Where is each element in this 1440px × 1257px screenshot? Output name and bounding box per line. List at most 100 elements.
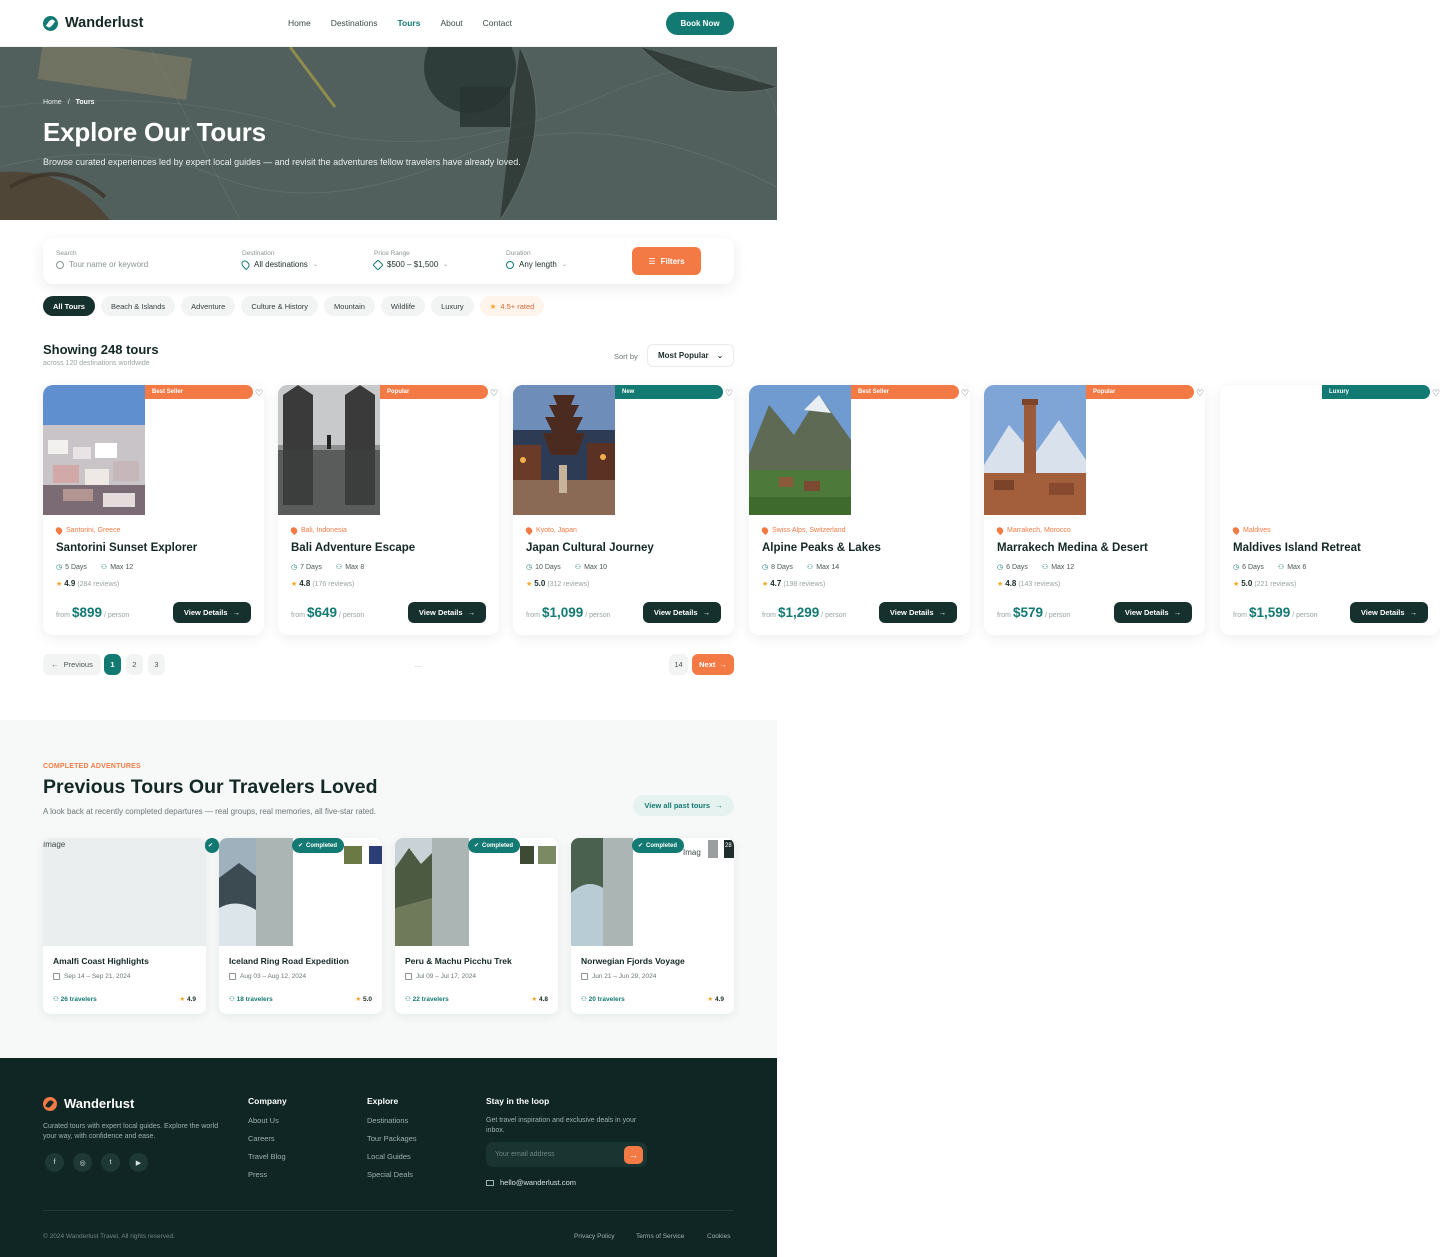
page-button-14[interactable]: 14 xyxy=(669,654,688,675)
price-from: from xyxy=(762,612,776,619)
chip-adventure[interactable]: Adventure xyxy=(181,296,236,316)
footer-link-blog[interactable]: Travel Blog xyxy=(248,1152,287,1161)
contact-email[interactable]: hello@wanderlust.com xyxy=(486,1178,576,1187)
twitter-icon[interactable]: t xyxy=(101,1153,120,1172)
search-label: Search xyxy=(56,250,77,257)
breadcrumb-home[interactable]: Home xyxy=(43,99,62,106)
heart-icon[interactable]: ♡ xyxy=(961,389,970,398)
next-label: Next xyxy=(699,660,716,669)
chip-wildlife[interactable]: Wildlife xyxy=(380,296,426,316)
tour-badge: Luxury xyxy=(1322,385,1430,399)
instagram-icon[interactable]: ◎ xyxy=(73,1153,92,1172)
page-button-1[interactable]: 1 xyxy=(104,654,121,675)
tour-title[interactable]: Alpine Peaks & Lakes xyxy=(762,542,881,554)
tour-location-text: Bali, Indonesia xyxy=(301,527,347,534)
past-tour-rating: ★ 4.9 xyxy=(707,995,724,1003)
privacy-policy-link[interactable]: Privacy Policy xyxy=(574,1233,614,1240)
email-input[interactable]: Your email address xyxy=(495,1151,555,1158)
heart-icon[interactable]: ♡ xyxy=(1196,389,1205,398)
tour-title[interactable]: Japan Cultural Journey xyxy=(526,542,654,554)
star-icon: ★ xyxy=(997,581,1004,588)
footer-logo[interactable]: Wanderlust xyxy=(43,1096,134,1111)
footer-link-press[interactable]: Press xyxy=(248,1170,287,1179)
chip-culture-history[interactable]: Culture & History xyxy=(241,296,319,316)
results-count: Showing 248 tours xyxy=(43,342,159,357)
tour-duration: 6 Days xyxy=(1242,564,1264,571)
book-now-button[interactable]: Book Now xyxy=(666,12,734,35)
nav-link-contact[interactable]: Contact xyxy=(483,18,512,28)
sort-select[interactable]: Most Popular ⌄ xyxy=(647,344,734,367)
tour-meta: ◷ 10 Days ⚇ Max 10 xyxy=(526,563,607,571)
nav-link-tours[interactable]: Tours xyxy=(397,18,420,28)
youtube-icon[interactable]: ▶ xyxy=(129,1153,148,1172)
page-button-3[interactable]: 3 xyxy=(148,654,165,675)
newsletter-email-field[interactable]: Your email address → xyxy=(486,1142,647,1167)
view-details-button[interactable]: View Details → xyxy=(408,602,486,623)
past-tour-card[interactable]: 19 ✔Completed Peru & Machu Picchu Trek J… xyxy=(395,838,558,1014)
tour-duration: 7 Days xyxy=(300,564,322,571)
nav-link-destinations[interactable]: Destinations xyxy=(331,18,378,28)
past-tour-card[interactable]: Imag 28 ✔ Completed Norwegian Fjords Voya… xyxy=(571,838,734,1014)
star-icon: ★ xyxy=(526,581,533,588)
next-page-button[interactable]: Next → xyxy=(692,654,734,675)
terms-link[interactable]: Terms of Service xyxy=(636,1233,684,1240)
tour-card[interactable]: Best Seller ♡ Swiss Alps, Switzerland Al… xyxy=(749,385,970,635)
view-all-past-tours-link[interactable]: View all past tours → xyxy=(633,795,734,816)
price-range-select[interactable]: Price Range $500 – $1,500 ⌄ xyxy=(372,250,448,271)
tour-group-size: Max 10 xyxy=(584,564,608,571)
tour-card[interactable]: New ♡ Kyoto, Japan Japan Cultural Journe… xyxy=(513,385,734,635)
tour-title[interactable]: Marrakech Medina & Desert xyxy=(997,542,1148,554)
footer-link-guides[interactable]: Local Guides xyxy=(367,1152,417,1161)
chip-beach-islands[interactable]: Beach & Islands xyxy=(100,296,176,316)
view-details-button[interactable]: View Details → xyxy=(1114,602,1192,623)
previous-page-button[interactable]: ← Previous xyxy=(43,654,101,675)
filters-button[interactable]: ☰ Filters xyxy=(632,247,701,275)
tour-title[interactable]: Maldives Island Retreat xyxy=(1233,542,1361,554)
view-details-button[interactable]: View Details → xyxy=(173,602,251,623)
tour-card[interactable]: Luxury ♡ Maldives Maldives Island Retrea… xyxy=(1220,385,1440,635)
destination-select[interactable]: Destination All destinations ⌄ xyxy=(239,250,318,271)
past-tour-title: Iceland Ring Road Expedition xyxy=(229,956,349,966)
tour-location: Bali, Indonesia xyxy=(289,525,347,536)
heart-icon[interactable]: ♡ xyxy=(725,389,734,398)
heart-icon[interactable]: ♡ xyxy=(255,389,264,398)
tour-card[interactable]: Popular ♡ Bali, Indonesia Bali Adventure… xyxy=(278,385,499,635)
footer-link-deals[interactable]: Special Deals xyxy=(367,1170,417,1179)
page-button-2[interactable]: 2 xyxy=(126,654,143,675)
chip-mountain[interactable]: Mountain xyxy=(324,296,375,316)
heart-icon[interactable]: ♡ xyxy=(490,389,499,398)
duration-select[interactable]: Duration Any length ⌄ xyxy=(506,250,567,269)
search-input[interactable]: Tour name or keyword xyxy=(69,260,148,269)
facebook-icon[interactable]: f xyxy=(45,1153,64,1172)
clock-icon: ◷ xyxy=(762,564,769,571)
footer-link-careers[interactable]: Careers xyxy=(248,1134,287,1143)
view-details-button[interactable]: View Details → xyxy=(643,602,721,623)
view-details-button[interactable]: View Details → xyxy=(1350,602,1428,623)
past-tour-rating: ★ 4.9 xyxy=(179,995,196,1003)
search-field[interactable]: Search Tour name or keyword xyxy=(56,250,148,269)
past-tour-card[interactable]: Image ✔ Amalfi Coast Highlights Sep 14 –… xyxy=(43,838,219,1014)
tour-card[interactable]: Best Seller ♡ Santorini, Greece Santorin… xyxy=(43,385,264,635)
subscribe-button[interactable]: → xyxy=(624,1146,643,1164)
tour-card[interactable]: Popular ♡ Marrakech, Morocco Marrakech M… xyxy=(984,385,1205,635)
heart-icon[interactable]: ♡ xyxy=(1432,389,1440,398)
past-tour-card[interactable]: ✔ Completed Iceland Ring Road Expedition … xyxy=(219,838,382,1014)
past-tour-dates: Jun 21 – Jun 29, 2024 xyxy=(581,973,656,980)
tour-title[interactable]: Bali Adventure Escape xyxy=(291,542,415,554)
tour-photo xyxy=(43,385,145,515)
footer-link-about[interactable]: About Us xyxy=(248,1116,287,1125)
nav-link-about[interactable]: About xyxy=(440,18,462,28)
review-count: (284 reviews) xyxy=(77,581,120,588)
tour-title[interactable]: Santorini Sunset Explorer xyxy=(56,542,197,554)
footer-link-destinations[interactable]: Destinations xyxy=(367,1116,417,1125)
view-details-button[interactable]: View Details → xyxy=(879,602,957,623)
footer-link-packages[interactable]: Tour Packages xyxy=(367,1134,417,1143)
nav-link-home[interactable]: Home xyxy=(288,18,311,28)
price-value: $1,099 xyxy=(541,605,584,620)
tour-photo xyxy=(749,385,851,515)
cookies-link[interactable]: Cookies xyxy=(707,1233,730,1240)
chip-all-tours[interactable]: All Tours xyxy=(43,296,95,316)
chip-rated[interactable]: ★ 4.5+ rated xyxy=(479,296,545,316)
brand-logo[interactable]: Wanderlust xyxy=(43,15,143,31)
chip-luxury[interactable]: Luxury xyxy=(431,296,474,316)
